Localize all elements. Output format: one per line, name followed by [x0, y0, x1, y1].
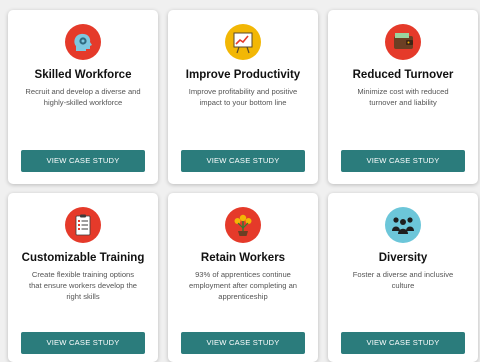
- chart-board-icon: [225, 24, 261, 60]
- card-skilled-workforce: Skilled Workforce Recruit and develop a …: [8, 10, 158, 184]
- card-description: Recruit and develop a diverse and highly…: [20, 86, 146, 108]
- card-retain-workers: Retain Workers 93% of apprentices contin…: [168, 193, 318, 362]
- card-description-line: Create flexible training options: [31, 270, 135, 279]
- card-description: Foster a diverse and inclusive culture: [340, 269, 466, 291]
- card-description-line: turnover and liability: [369, 98, 437, 107]
- card-description-line: that ensure workers develop the: [28, 281, 138, 290]
- view-case-study-button[interactable]: VIEW CASE STUDY: [21, 332, 145, 354]
- benefits-grid: Skilled Workforce Recruit and develop a …: [0, 0, 480, 362]
- card-description-line: impact to your bottom line: [199, 98, 287, 107]
- card-description-line: 93% of apprentices continue: [195, 270, 291, 279]
- view-case-study-button[interactable]: VIEW CASE STUDY: [341, 332, 465, 354]
- view-case-study-button[interactable]: VIEW CASE STUDY: [181, 150, 305, 172]
- card-description-line: apprenticeship: [218, 292, 268, 301]
- card-customizable-training: Customizable Training Create flexible tr…: [8, 193, 158, 362]
- people-group-icon: [385, 207, 421, 243]
- card-description-line: Foster a diverse and inclusive: [352, 270, 454, 279]
- head-gear-icon: [65, 24, 101, 60]
- card-reduced-turnover: Reduced Turnover Minimize cost with redu…: [328, 10, 478, 184]
- card-description: Create flexible training options that en…: [20, 269, 146, 302]
- card-title: Diversity: [378, 252, 428, 264]
- card-title: Customizable Training: [21, 252, 145, 264]
- card-description-line: Minimize cost with reduced: [357, 87, 449, 96]
- card-title: Improve Productivity: [185, 69, 301, 81]
- card-title: Retain Workers: [200, 252, 286, 264]
- card-diversity: Diversity Foster a diverse and inclusive…: [328, 193, 478, 362]
- card-description-line: right skills: [66, 292, 100, 301]
- card-improve-productivity: Improve Productivity Improve profitabili…: [168, 10, 318, 184]
- card-description: Improve profitability and positive impac…: [180, 86, 306, 108]
- card-title: Skilled Workforce: [34, 69, 132, 81]
- card-description-line: Improve profitability and positive: [188, 87, 298, 96]
- card-description: Minimize cost with reduced turnover and …: [340, 86, 466, 108]
- card-title: Reduced Turnover: [352, 69, 454, 81]
- card-description-line: employment after completing an: [188, 281, 298, 290]
- card-description: 93% of apprentices continue employment a…: [180, 269, 306, 302]
- card-description-line: highly-skilled workforce: [43, 98, 123, 107]
- card-description-line: culture: [391, 281, 415, 290]
- card-description-line: Recruit and develop a diverse and: [25, 87, 141, 96]
- money-plant-icon: [225, 207, 261, 243]
- view-case-study-button[interactable]: VIEW CASE STUDY: [181, 332, 305, 354]
- view-case-study-button[interactable]: VIEW CASE STUDY: [21, 150, 145, 172]
- wallet-icon: [385, 24, 421, 60]
- clipboard-icon: [65, 207, 101, 243]
- view-case-study-button[interactable]: VIEW CASE STUDY: [341, 150, 465, 172]
